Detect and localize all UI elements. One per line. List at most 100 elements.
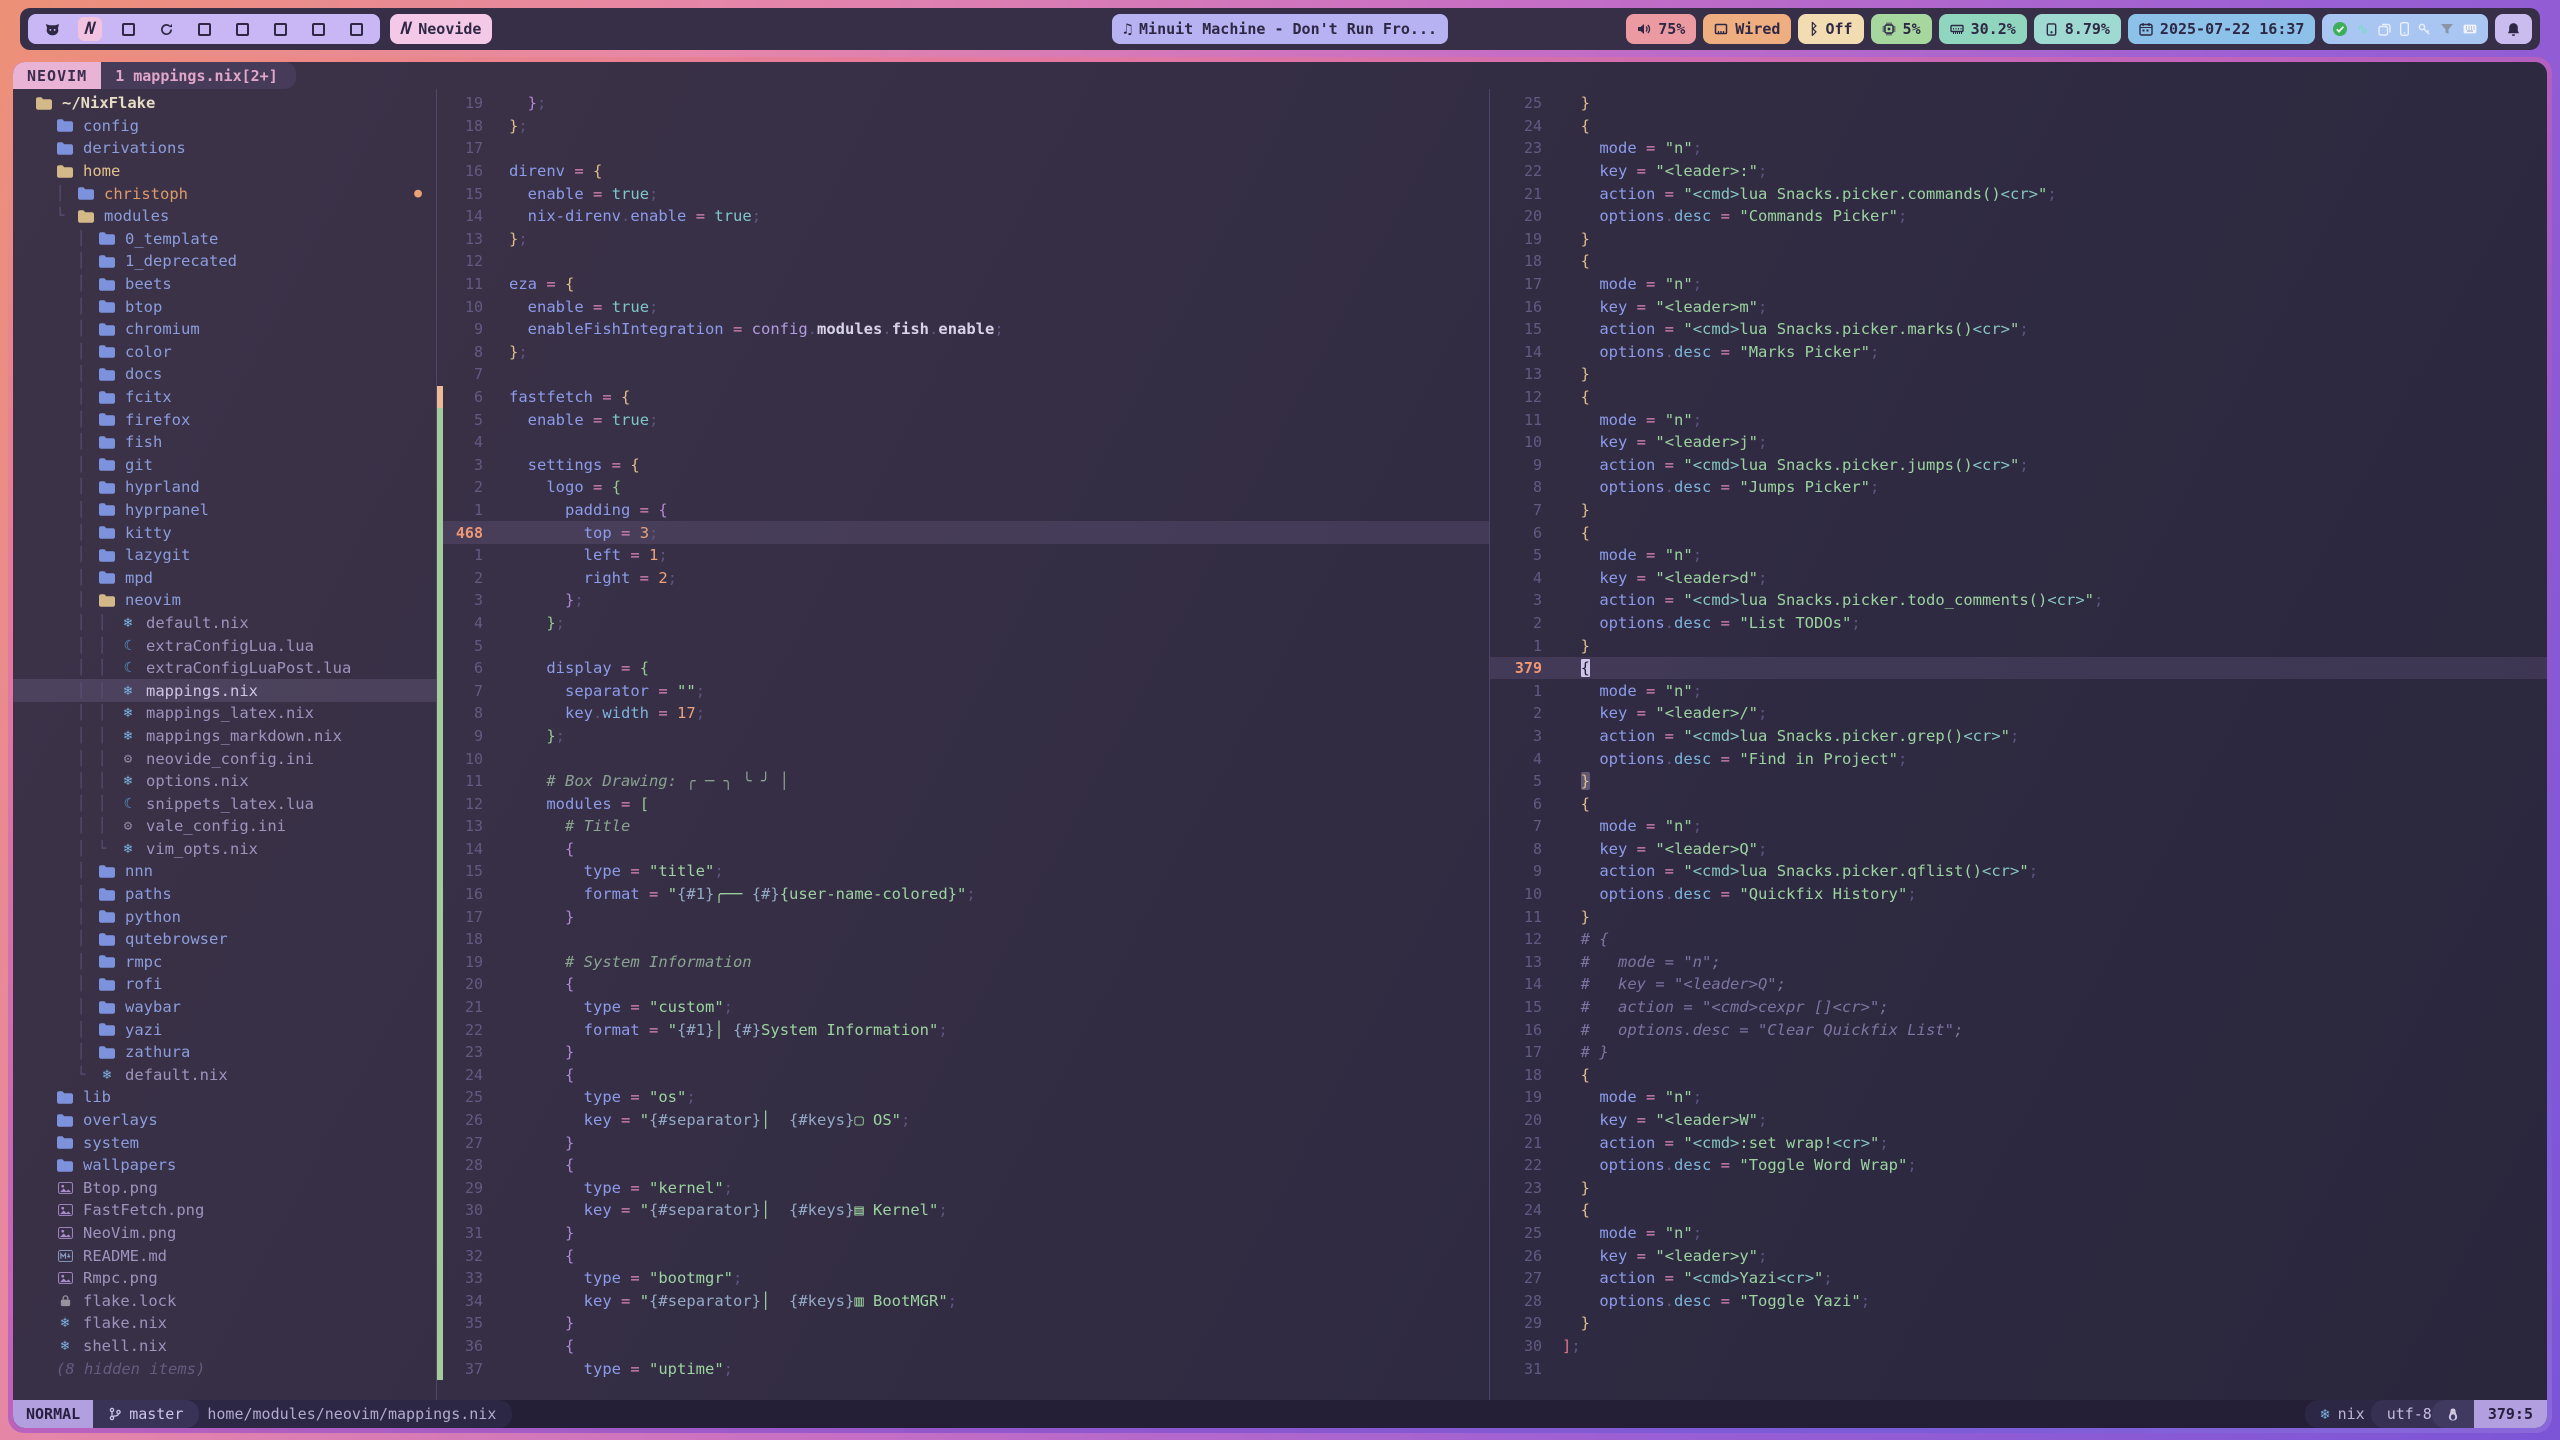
tree-item-mappings_latex.nix[interactable]: ││❄mappings_latex.nix xyxy=(13,702,436,725)
tray-key-icon[interactable] xyxy=(2418,23,2431,36)
code-line[interactable]: 15 type = "title"; xyxy=(437,860,1489,883)
code-line[interactable]: 10 xyxy=(437,747,1489,770)
code-line[interactable]: 21 action = "<cmd>:set wrap!<cr>"; xyxy=(1490,1131,2547,1154)
code-line[interactable]: 27 action = "<cmd>Yazi<cr>"; xyxy=(1490,1267,2547,1290)
tree-item-rofi[interactable]: │rofi xyxy=(13,973,436,996)
code-line[interactable]: 10 enable = true; xyxy=(437,295,1489,318)
code-line[interactable]: 7 mode = "n"; xyxy=(1490,815,2547,838)
code-line[interactable]: 9 action = "<cmd>lua Snacks.picker.qflis… xyxy=(1490,860,2547,883)
tree-item-options.nix[interactable]: ││❄options.nix xyxy=(13,770,436,793)
code-line[interactable]: 22 format = "{#1}│ {#}System Information… xyxy=(437,1018,1489,1041)
tree-item-git[interactable]: │git xyxy=(13,454,436,477)
code-line[interactable]: 33 type = "bootmgr"; xyxy=(437,1267,1489,1290)
code-line[interactable]: 24 { xyxy=(437,1064,1489,1087)
code-line[interactable]: 9 }; xyxy=(437,725,1489,748)
tree-item-zathura[interactable]: │zathura xyxy=(13,1041,436,1064)
tree-item-overlays[interactable]: overlays xyxy=(13,1109,436,1132)
code-line[interactable]: 8}; xyxy=(437,341,1489,364)
code-line[interactable]: 12 modules = [ xyxy=(437,792,1489,815)
code-line[interactable]: 36 { xyxy=(437,1335,1489,1358)
code-line[interactable]: 6 { xyxy=(1490,792,2547,815)
code-line[interactable]: 32 { xyxy=(437,1244,1489,1267)
code-line[interactable]: 20 { xyxy=(437,973,1489,996)
music-player-widget[interactable]: ♫ Minuit Machine - Don't Run Fro... xyxy=(1112,14,1448,44)
tree-item-waybar[interactable]: │waybar xyxy=(13,996,436,1019)
network-module[interactable]: Wired xyxy=(1703,14,1791,44)
code-line[interactable]: 26 key = "{#separator}│ {#keys}▢ OS"; xyxy=(437,1109,1489,1132)
bluetooth-module[interactable]: ᛒOff xyxy=(1798,14,1863,44)
code-line[interactable]: 6 { xyxy=(1490,521,2547,544)
tree-item-firefox[interactable]: │firefox xyxy=(13,408,436,431)
tree-item-derivations[interactable]: derivations xyxy=(13,137,436,160)
code-line[interactable]: 3 settings = { xyxy=(437,454,1489,477)
workspace-switcher[interactable]: N xyxy=(28,14,380,44)
code-line[interactable]: 24 { xyxy=(1490,115,2547,138)
tree-item-christoph[interactable]: │christoph● xyxy=(13,182,436,205)
tree-item-beets[interactable]: │beets xyxy=(13,273,436,296)
tree-item-hyprpanel[interactable]: │hyprpanel xyxy=(13,499,436,522)
tree-item-Rmpc.png[interactable]: Rmpc.png xyxy=(13,1267,436,1290)
code-line[interactable]: 13 # mode = "n"; xyxy=(1490,951,2547,974)
workspace-5-square-icon[interactable] xyxy=(192,17,216,41)
code-line[interactable]: 14 { xyxy=(437,838,1489,861)
tree-item-flake.lock[interactable]: flake.lock xyxy=(13,1289,436,1312)
tree-item-flake.nix[interactable]: ❄flake.nix xyxy=(13,1312,436,1335)
code-line[interactable]: 12 xyxy=(437,250,1489,273)
tree-item-snippets_latex.lua[interactable]: ││☾snippets_latex.lua xyxy=(13,792,436,815)
tree-item-qutebrowser[interactable]: │qutebrowser xyxy=(13,928,436,951)
code-line[interactable]: 15 action = "<cmd>lua Snacks.picker.mark… xyxy=(1490,318,2547,341)
memory-module[interactable]: 30.2% xyxy=(1939,14,2027,44)
code-line[interactable]: 22 options.desc = "Toggle Word Wrap"; xyxy=(1490,1154,2547,1177)
code-line[interactable]: 21 action = "<cmd>lua Snacks.picker.comm… xyxy=(1490,182,2547,205)
tree-item-color[interactable]: │color xyxy=(13,341,436,364)
code-line[interactable]: 5 } xyxy=(1490,770,2547,793)
code-line[interactable]: 16direnv = { xyxy=(437,160,1489,183)
tree-item-home[interactable]: home xyxy=(13,160,436,183)
clock-module[interactable]: 2025-07-22 16:37 xyxy=(2128,14,2316,44)
code-line[interactable]: 37 type = "uptime"; xyxy=(437,1357,1489,1380)
code-line[interactable]: 3 action = "<cmd>lua Snacks.picker.grep(… xyxy=(1490,725,2547,748)
code-line[interactable]: 22 key = "<leader>:"; xyxy=(1490,160,2547,183)
code-line[interactable]: 2 logo = { xyxy=(437,476,1489,499)
code-line[interactable]: 12 { xyxy=(1490,386,2547,409)
tree-item-config[interactable]: config xyxy=(13,115,436,138)
code-line[interactable]: 19 # System Information xyxy=(437,951,1489,974)
code-line[interactable]: 9 enableFishIntegration = config.modules… xyxy=(437,318,1489,341)
workspace-2-neovide-icon[interactable]: N xyxy=(78,17,102,41)
code-line[interactable]: 23 mode = "n"; xyxy=(1490,137,2547,160)
code-line[interactable]: 23 } xyxy=(437,1041,1489,1064)
code-line[interactable]: 35 } xyxy=(437,1312,1489,1335)
tray-phone-icon[interactable] xyxy=(2400,22,2409,36)
code-line[interactable]: 7 xyxy=(437,363,1489,386)
code-line[interactable]: 11 # Box Drawing: ╭ ─ ╮ ╰ ╯ │ xyxy=(437,770,1489,793)
code-line[interactable]: 26 key = "<leader>y"; xyxy=(1490,1244,2547,1267)
tree-item-nnn[interactable]: │nnn xyxy=(13,860,436,883)
disk-module[interactable]: 8.79% xyxy=(2034,14,2121,44)
code-line[interactable]: 21 type = "custom"; xyxy=(437,996,1489,1019)
code-line[interactable]: 18 { xyxy=(1490,1064,2547,1087)
code-line-current[interactable]: 468 top = 3; xyxy=(437,521,1489,544)
code-line[interactable]: 2 key = "<leader>/"; xyxy=(1490,702,2547,725)
code-line[interactable]: 14 options.desc = "Marks Picker"; xyxy=(1490,341,2547,364)
code-line[interactable]: 2 right = 2; xyxy=(437,566,1489,589)
code-line[interactable]: 8 key = "<leader>Q"; xyxy=(1490,838,2547,861)
tree-item-Btop.png[interactable]: Btop.png xyxy=(13,1177,436,1200)
code-line[interactable]: 16 format = "{#1}╭── {#}{user-name-color… xyxy=(437,883,1489,906)
tree-item-neovim[interactable]: │neovim xyxy=(13,589,436,612)
code-line[interactable]: 7 separator = ""; xyxy=(437,679,1489,702)
workspace-4-refresh-icon[interactable] xyxy=(154,17,178,41)
workspace-1-cat-icon[interactable] xyxy=(40,17,64,41)
cpu-module[interactable]: 5% xyxy=(1871,14,1932,44)
code-line[interactable]: 18 xyxy=(437,928,1489,951)
workspace-9-square-icon[interactable] xyxy=(344,17,368,41)
code-line[interactable]: 1 left = 1; xyxy=(437,544,1489,567)
tree-item-system[interactable]: system xyxy=(13,1131,436,1154)
tree-item-rmpc[interactable]: │rmpc xyxy=(13,951,436,974)
code-line[interactable]: 24 { xyxy=(1490,1199,2547,1222)
code-line[interactable]: 27 } xyxy=(437,1131,1489,1154)
tab-mappings-nix[interactable]: 1 mappings.nix[2+] xyxy=(101,62,296,89)
code-line[interactable]: 23 } xyxy=(1490,1177,2547,1200)
code-line[interactable]: 17 # } xyxy=(1490,1041,2547,1064)
code-line[interactable]: 2 options.desc = "List TODOs"; xyxy=(1490,612,2547,635)
tree-item-lazygit[interactable]: │lazygit xyxy=(13,544,436,567)
